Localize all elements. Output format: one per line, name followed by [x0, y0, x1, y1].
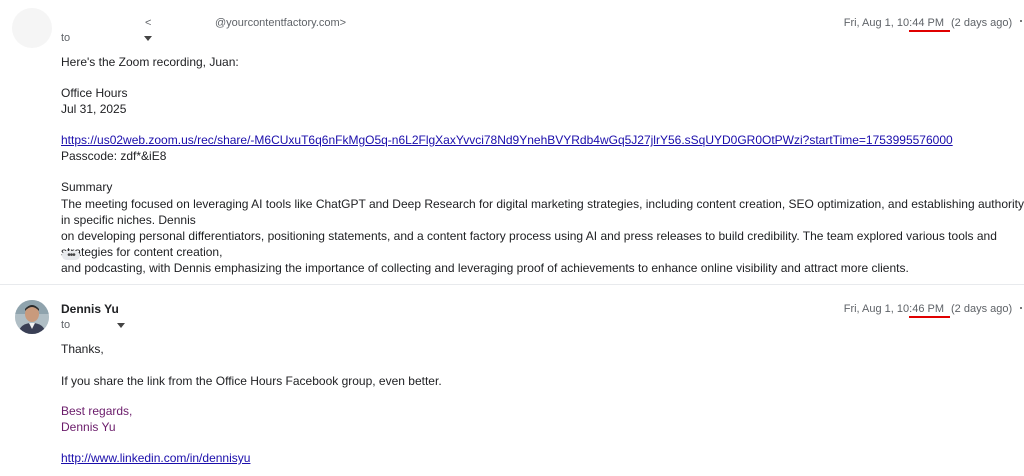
more-options-icon[interactable] [1020, 20, 1022, 22]
sender-email-bracket: < [145, 17, 152, 29]
greeting: Here's the Zoom recording, Juan: [61, 55, 239, 69]
message-body: If you share the link from the Office Ho… [61, 374, 442, 388]
summary-line: on developing personal differentiators, … [61, 229, 997, 259]
meeting-date: Jul 31, 2025 [61, 102, 127, 116]
greeting: Thanks, [61, 342, 104, 356]
highlight-underline [909, 30, 950, 32]
summary-line: The meeting focused on leveraging AI too… [61, 197, 1024, 227]
more-options-icon[interactable] [1020, 307, 1022, 309]
sender-avatar-redacted[interactable] [12, 8, 52, 48]
message-relative-time: (2 days ago) [951, 303, 1013, 315]
message-relative-time: (2 days ago) [951, 17, 1013, 29]
recipients-dropdown-chevron-icon[interactable] [117, 323, 125, 328]
summary-text: The meeting focused on leveraging AI too… [61, 196, 1024, 276]
show-trimmed-content-button[interactable]: ••• [62, 251, 80, 261]
highlight-underline [909, 316, 950, 318]
meeting-title: Office Hours [61, 86, 128, 100]
summary-heading: Summary [61, 180, 113, 194]
sender-avatar[interactable] [15, 300, 49, 334]
message-date: Fri, Aug 1, 10:46 PM [843, 303, 944, 315]
recipients-dropdown-chevron-icon[interactable] [144, 36, 152, 41]
sender-name: Dennis Yu [61, 302, 119, 316]
to-label: to [61, 319, 71, 331]
message-date: Fri, Aug 1, 10:44 PM [843, 17, 944, 29]
signoff: Best regards, [61, 404, 133, 418]
passcode: Passcode: zdf*&iE8 [61, 149, 167, 163]
sender-email: @yourcontentfactory.com> [215, 17, 347, 29]
summary-line: and podcasting, with Dennis emphasizing … [61, 261, 909, 275]
signature-name: Dennis Yu [61, 420, 116, 434]
avatar-photo-icon [15, 300, 49, 334]
to-label: to [61, 32, 71, 44]
recording-link[interactable]: https://us02web.zoom.us/rec/share/-M6CUx… [61, 133, 953, 147]
message-divider [0, 284, 1024, 285]
linkedin-link[interactable]: http://www.linkedin.com/in/dennisyu [61, 451, 250, 465]
